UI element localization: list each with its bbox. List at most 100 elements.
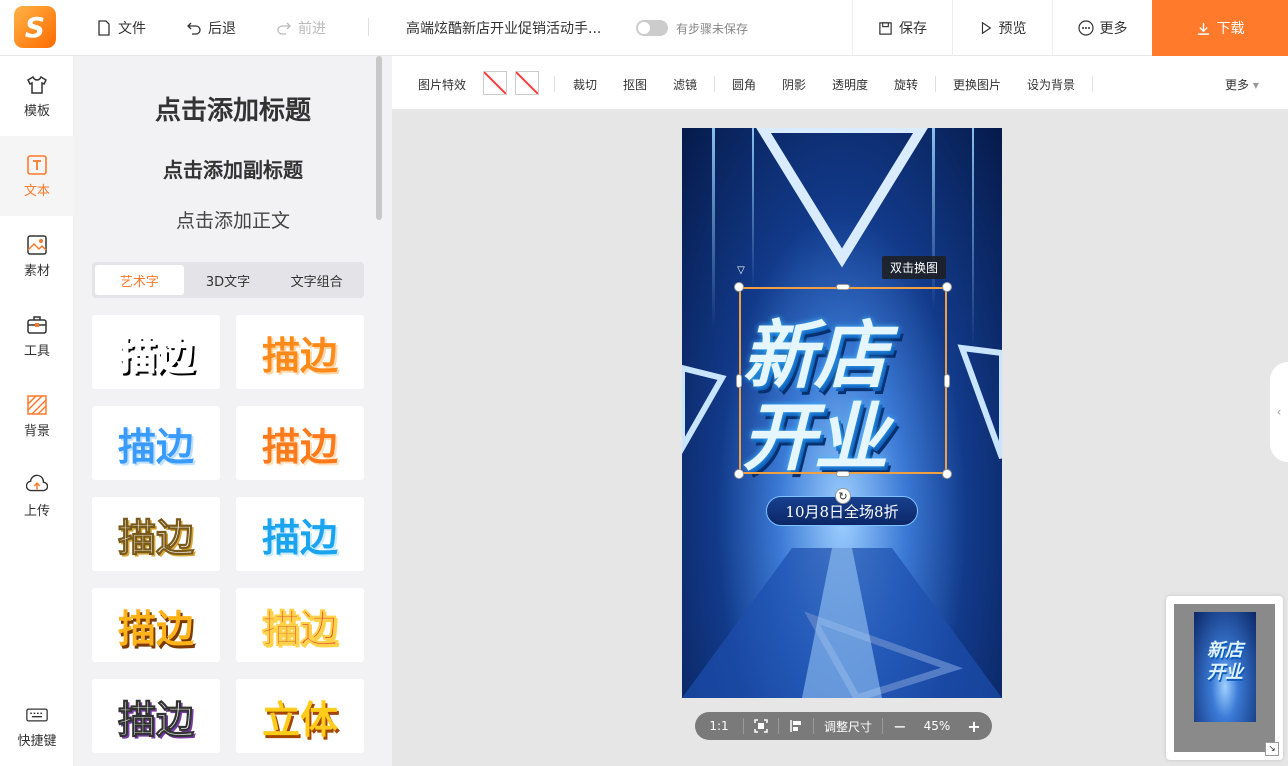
rotate-button[interactable]: 旋转	[894, 76, 918, 93]
shirt-icon	[26, 74, 48, 96]
minimap-toggle-icon[interactable]: ↘	[1265, 742, 1279, 756]
resize-canvas-button[interactable]: 调整尺寸	[814, 712, 882, 740]
crop-button[interactable]: 裁切	[573, 76, 597, 93]
file-label: 文件	[118, 21, 146, 37]
minimap-headline-line1: 新店	[1207, 640, 1243, 661]
file-menu-button[interactable]: 文件	[96, 18, 146, 38]
panel-scrollbar[interactable]	[376, 56, 382, 220]
resize-handle[interactable]	[942, 282, 952, 292]
filter-button[interactable]: 滤镜	[673, 76, 697, 93]
stroke-color-swatch[interactable]	[515, 71, 539, 95]
toolbox-icon	[26, 314, 48, 336]
file-icon	[98, 20, 110, 36]
zoom-bar: 1:1 调整尺寸 − 45% +	[695, 712, 992, 740]
zoom-out-button[interactable]: −	[883, 712, 917, 740]
resize-handle[interactable]	[836, 284, 850, 290]
preview-button[interactable]: 预览	[952, 0, 1052, 56]
resize-handle[interactable]	[836, 471, 850, 477]
sidebar-item-label: 模板	[23, 103, 50, 119]
art-text-card[interactable]: 描边	[236, 588, 364, 662]
undo-button[interactable]: 后退	[186, 18, 236, 38]
redo-label: 前进	[298, 21, 326, 37]
selection-box[interactable]	[739, 287, 947, 474]
app-logo[interactable]: S	[14, 6, 56, 48]
set-background-button[interactable]: 设为背景	[1027, 76, 1075, 93]
art-text-card[interactable]: 描边	[92, 497, 220, 571]
cutout-button[interactable]: 抠图	[623, 76, 647, 93]
more-button[interactable]: 更多	[1052, 0, 1152, 56]
fit-screen-button[interactable]	[744, 712, 778, 740]
tab-art-text[interactable]: 艺术字	[95, 265, 184, 295]
zoom-in-button[interactable]: +	[957, 712, 991, 740]
redo-button[interactable]: 前进	[276, 18, 326, 38]
resize-handle[interactable]	[734, 469, 744, 479]
image-icon	[26, 234, 48, 256]
expand-right-panel-button[interactable]: ‹	[1270, 362, 1288, 462]
rotate-handle-icon[interactable]: ↻	[835, 488, 851, 504]
preview-label: 预览	[998, 21, 1027, 37]
minimap[interactable]: 新店 开业 ↘	[1166, 596, 1283, 760]
sidebar-item-upload[interactable]: 上传	[0, 456, 74, 536]
layer-toggle-icon[interactable]: ▽	[734, 266, 748, 276]
autosave-toggle[interactable]	[636, 20, 668, 36]
sidebar-item-background[interactable]: 背景	[0, 376, 74, 456]
image-effects-button[interactable]: 图片特效	[418, 76, 466, 93]
add-subtitle-button[interactable]: 点击添加副标题	[74, 154, 392, 183]
art-text-card[interactable]: 描边	[92, 315, 220, 389]
replace-image-tooltip: 双击换图	[882, 256, 947, 279]
resize-handle[interactable]	[944, 374, 950, 388]
chevron-down-icon: ▾	[1252, 78, 1259, 92]
add-title-button[interactable]: 点击添加标题	[74, 90, 392, 127]
art-text-card[interactable]: 立体	[236, 679, 364, 753]
add-body-button[interactable]: 点击添加正文	[74, 206, 392, 233]
fill-color-swatch[interactable]	[483, 71, 507, 95]
fit-screen-icon	[754, 719, 768, 733]
align-icon	[790, 720, 801, 732]
art-text-card[interactable]: 描边	[92, 588, 220, 662]
more-label: 更多	[1099, 21, 1128, 37]
right-triangle-shape	[957, 344, 1002, 460]
resize-handle[interactable]	[942, 469, 952, 479]
toolbar-divider	[935, 76, 936, 92]
text-panel: 点击添加标题 点击添加副标题 点击添加正文 艺术字 3D文字 文字组合 描边 描…	[74, 56, 392, 766]
art-text-card[interactable]: 描边	[236, 315, 364, 389]
sidebar-item-text[interactable]: 文本	[0, 136, 74, 216]
save-status: 有步骤未保存	[676, 22, 749, 36]
round-corner-button[interactable]: 圆角	[732, 76, 756, 93]
more-icon	[1077, 20, 1094, 36]
ratio-1to1-button[interactable]: 1:1	[695, 712, 743, 740]
sidebar-item-tools[interactable]: 工具	[0, 296, 74, 376]
chevron-left-icon: ‹	[1276, 405, 1282, 419]
tab-3d-text[interactable]: 3D文字	[184, 265, 273, 295]
sidebar-item-shortcuts[interactable]: 快捷键	[0, 686, 74, 766]
replace-image-button[interactable]: 更换图片	[953, 76, 1001, 93]
sidebar-item-label: 背景	[23, 423, 50, 439]
align-button[interactable]	[779, 712, 813, 740]
toolbar-more-label: 更多	[1225, 78, 1250, 92]
sidebar-item-label: 工具	[23, 343, 50, 359]
download-button[interactable]: 下载	[1152, 0, 1288, 56]
toolbar-more-button[interactable]: 更多 ▾	[1225, 76, 1259, 93]
resize-handle[interactable]	[736, 374, 742, 388]
art-text-card[interactable]: 描边	[236, 497, 364, 571]
save-button[interactable]: 保存	[852, 0, 952, 56]
left-triangle-shape	[682, 364, 727, 455]
save-icon	[879, 21, 892, 35]
header-divider	[368, 18, 369, 36]
sidebar-item-material[interactable]: 素材	[0, 216, 74, 296]
document-title[interactable]: 高端炫酷新店开业促销活动手...	[406, 18, 606, 38]
text-style-tabs: 艺术字 3D文字 文字组合	[92, 262, 364, 298]
shadow-button[interactable]: 阴影	[782, 76, 806, 93]
minimap-headline-line2: 开业	[1207, 662, 1243, 683]
tab-text-combo[interactable]: 文字组合	[272, 265, 361, 295]
save-label: 保存	[899, 21, 927, 37]
art-text-card[interactable]: 描边	[92, 406, 220, 480]
art-text-card[interactable]: 描边	[236, 406, 364, 480]
resize-handle[interactable]	[734, 282, 744, 292]
art-text-card[interactable]: 描边	[92, 679, 220, 753]
sidebar-item-label: 上传	[23, 503, 50, 519]
opacity-button[interactable]: 透明度	[832, 76, 868, 93]
sidebar-item-template[interactable]: 模板	[0, 56, 74, 136]
top-bar: S 文件 后退 前进 高端炫酷新店开业促销活动手... 有步骤未保存 保存 预览…	[0, 0, 1288, 56]
keyboard-icon	[26, 704, 48, 726]
